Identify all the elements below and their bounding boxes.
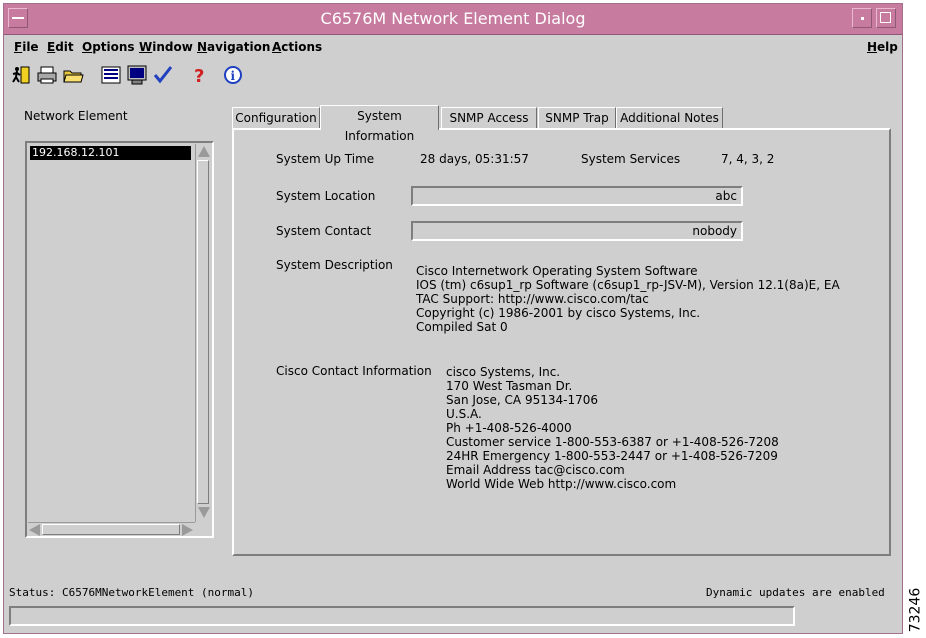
vertical-scroll-thumb[interactable] <box>197 160 209 504</box>
cisco-contact-label: Cisco Contact Information <box>276 364 432 378</box>
contact-line: Email Address tac@cisco.com <box>446 463 625 477</box>
help-icon[interactable]: ? <box>188 64 210 86</box>
scroll-right-arrow[interactable] <box>182 524 193 536</box>
contact-line: 24HR Emergency 1-800-553-2447 or +1-408-… <box>446 449 778 463</box>
contact-field[interactable]: nobody <box>411 221 743 241</box>
vertical-scrollbar[interactable] <box>195 144 212 522</box>
description-line: IOS (tm) c6sup1_rp Software (c6sup1_rp-J… <box>416 278 840 292</box>
contact-line: 170 West Tasman Dr. <box>446 379 573 393</box>
services-value: 7, 4, 3, 2 <box>721 152 775 166</box>
network-element-label: Network Element <box>24 109 128 123</box>
monitor-icon[interactable] <box>126 64 148 86</box>
description-line: Cisco Internetwork Operating System Soft… <box>416 264 698 278</box>
services-label: System Services <box>581 152 681 166</box>
system-information-panel: System Up Time 28 days, 05:31:57 System … <box>232 128 891 556</box>
open-folder-icon[interactable] <box>62 64 84 86</box>
scroll-down-arrow[interactable] <box>198 507 210 518</box>
uptime-label: System Up Time <box>276 152 375 166</box>
menu-window[interactable]: Window <box>139 40 193 54</box>
figure-id-text: 73246 <box>907 587 924 633</box>
menu-options[interactable]: Options <box>82 40 135 54</box>
status-bar <box>9 606 795 626</box>
exit-icon[interactable] <box>10 64 32 86</box>
menu-actions[interactable]: Actions <box>272 40 322 54</box>
contact-line: Ph +1-408-526-4000 <box>446 421 572 435</box>
check-icon[interactable] <box>152 64 174 86</box>
contact-label: System Contact <box>276 224 372 238</box>
tab-configuration[interactable]: Configuration <box>232 107 320 129</box>
svg-text:i: i <box>231 69 236 83</box>
tab-system-information[interactable]: System Information <box>320 105 439 143</box>
location-label: System Location <box>276 189 376 203</box>
horizontal-scroll-thumb[interactable] <box>42 524 180 535</box>
cisco-contact-text: cisco Systems, Inc. 170 West Tasman Dr. … <box>446 365 779 491</box>
scroll-left-arrow[interactable] <box>29 524 40 536</box>
list-icon[interactable] <box>100 64 122 86</box>
menu-bar: File Edit Options Window Navigation Acti… <box>4 35 902 59</box>
contact-line: U.S.A. <box>446 407 482 421</box>
description-line: Compiled Sat 0 <box>416 320 508 334</box>
maximize-button[interactable] <box>876 8 896 28</box>
figure-id: 73246 <box>905 587 926 638</box>
info-icon[interactable]: i <box>222 64 244 86</box>
description-text: Cisco Internetwork Operating System Soft… <box>416 264 840 334</box>
contact-line: Customer service 1-800-553-6387 or +1-40… <box>446 435 779 449</box>
description-line: TAC Support: http://www.cisco.com/tac <box>416 292 649 306</box>
description-label: System Description <box>276 258 393 272</box>
menu-file[interactable]: File <box>14 40 39 54</box>
print-icon[interactable] <box>36 64 58 86</box>
title-bar[interactable]: C6576M Network Element Dialog <box>4 4 902 35</box>
tab-snmp-trap[interactable]: SNMP Trap <box>538 107 616 129</box>
window-title: C6576M Network Element Dialog <box>320 9 586 28</box>
menu-navigation[interactable]: Navigation <box>197 40 270 54</box>
list-item[interactable]: 192.168.12.101 <box>30 146 191 160</box>
scroll-up-arrow[interactable] <box>198 146 210 157</box>
minimize-button[interactable] <box>852 8 872 28</box>
contact-line: World Wide Web http://www.cisco.com <box>446 477 677 491</box>
location-field[interactable]: abc <box>411 186 743 206</box>
status-text: Status: C6576MNetworkElement (normal) <box>9 586 255 599</box>
uptime-value: 28 days, 05:31:57 <box>420 152 529 166</box>
description-line: Copyright (c) 1986-2001 by cisco Systems… <box>416 306 701 320</box>
tab-additional-notes[interactable]: Additional Notes <box>616 107 723 129</box>
contact-line: San Jose, CA 95134-1706 <box>446 393 598 407</box>
menu-edit[interactable]: Edit <box>47 40 74 54</box>
tab-snmp-access[interactable]: SNMP Access <box>441 107 537 129</box>
menu-help[interactable]: Help <box>867 40 898 54</box>
contact-line: cisco Systems, Inc. <box>446 365 561 379</box>
dialog-window: C6576M Network Element Dialog File Edit … <box>3 3 903 634</box>
svg-text:?: ? <box>194 66 204 86</box>
network-element-list[interactable]: 192.168.12.101 <box>25 141 214 538</box>
horizontal-scrollbar[interactable] <box>28 522 195 537</box>
dynamic-updates-text: Dynamic updates are enabled <box>706 586 885 599</box>
